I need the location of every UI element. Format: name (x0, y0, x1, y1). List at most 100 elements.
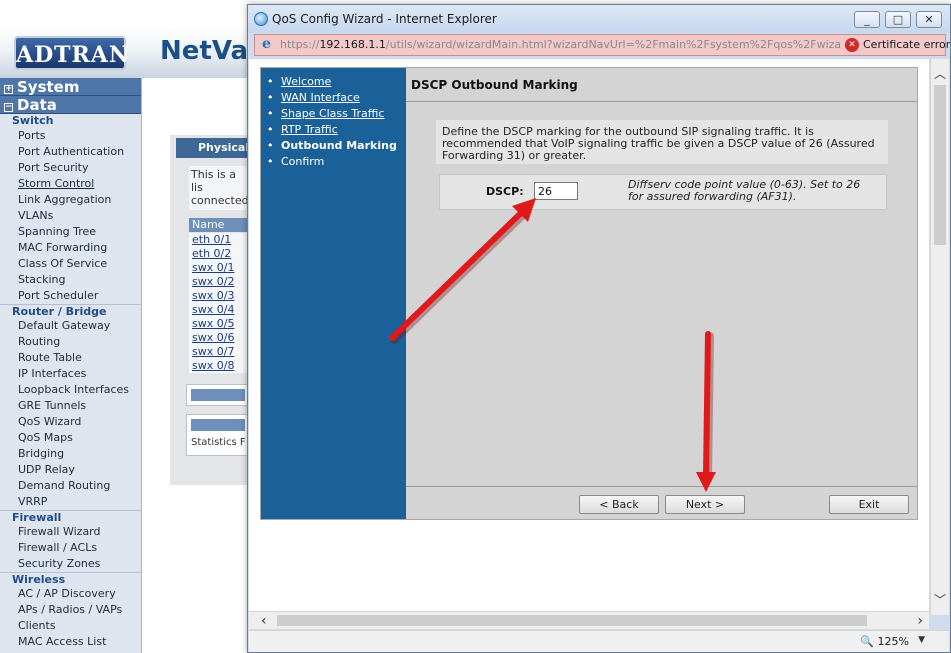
sidebar-item[interactable]: Port Scheduler (0, 288, 141, 304)
table-row[interactable]: swx 0/7 (189, 345, 249, 359)
wizard-step-welcome[interactable]: • Welcome (267, 74, 406, 90)
browser-content: • Welcome • WAN Interface • Shape Class Tra… (249, 59, 929, 615)
exit-button[interactable]: Exit (829, 495, 909, 514)
table-row[interactable]: swx 0/2 (189, 275, 249, 289)
table-row[interactable]: eth 0/2 (189, 247, 249, 261)
back-button[interactable]: < Back (579, 495, 659, 514)
sidebar-item[interactable]: Link Aggregation (0, 192, 141, 208)
wizard-footer: < Back Next > Exit (406, 486, 917, 519)
ie-popup-window: QoS Config Wizard - Internet Explorer _ … (247, 4, 951, 653)
sidebar-item[interactable]: Class Of Service (0, 256, 141, 272)
wizard-nav: • Welcome • WAN Interface • Shape Class Tra… (261, 68, 406, 519)
maximize-button[interactable]: □ (885, 11, 911, 28)
sidebar-item[interactable]: Bridging (0, 446, 141, 462)
sidebar-item[interactable]: MAC Forwarding (0, 240, 141, 256)
dscp-field-row: DSCP: Diffserv code point value (0-63). … (439, 174, 887, 210)
sidebar-section-switch: Switch (12, 114, 54, 127)
sidebar-item[interactable]: Storm Control (0, 176, 141, 192)
sidebar-item[interactable]: Spanning Tree (0, 224, 141, 240)
wizard-step-wan-interface[interactable]: • WAN Interface (267, 90, 406, 106)
table-row[interactable]: swx 0/6 (189, 331, 249, 345)
horizontal-scrollbar[interactable]: ‹ › (249, 611, 929, 629)
netvanta-brand: NetVa (160, 36, 249, 66)
sidebar-item[interactable]: Firewall / ACLs (0, 540, 141, 556)
table-row[interactable]: swx 0/8 (189, 359, 249, 373)
zoom-dropdown-icon[interactable]: ▼ (918, 635, 925, 645)
sidebar-item[interactable]: IP Interfaces (0, 366, 141, 382)
close-button[interactable]: ✕ (916, 11, 942, 28)
sidebar-item[interactable]: UDP Relay (0, 462, 141, 478)
sidebar-item[interactable]: Security Zones (0, 556, 141, 572)
sidebar-system[interactable]: + System (0, 78, 141, 96)
scroll-left-icon[interactable]: ‹ (261, 612, 267, 630)
sidebar-item[interactable]: Routing (0, 334, 141, 350)
sidebar-item[interactable]: Route Table (0, 350, 141, 366)
ie-page-icon: e (262, 36, 271, 52)
scroll-thumb[interactable] (934, 85, 946, 245)
sidebar-system-label: System (17, 78, 80, 96)
table-row[interactable]: swx 0/5 (189, 317, 249, 331)
dscp-input[interactable] (534, 182, 578, 200)
window-titlebar[interactable]: QoS Config Wizard - Internet Explorer _ … (248, 5, 950, 33)
sidebar-data-label: Data (17, 96, 57, 114)
sidebar-item[interactable]: Port Authentication (0, 144, 141, 160)
dscp-label: DSCP: (486, 185, 524, 198)
window-title: QoS Config Wizard - Internet Explorer (272, 12, 497, 26)
zoom-level[interactable]: 🔍 125% (860, 635, 909, 648)
sidebar-data[interactable]: − Data (0, 96, 141, 114)
table-row[interactable]: swx 0/1 (189, 261, 249, 275)
sidebar: + System − Data Switch Ports Port Authenti… (0, 78, 142, 653)
ie-icon (254, 12, 268, 26)
next-button[interactable]: Next > (665, 495, 745, 514)
scroll-right-icon[interactable]: › (917, 612, 923, 630)
table-row[interactable]: swx 0/4 (189, 303, 249, 317)
sidebar-item[interactable]: GRE Tunnels (0, 398, 141, 414)
wizard-step-confirm: • Confirm (267, 155, 325, 168)
adtran-logo: ADTRAN (14, 36, 129, 70)
sidebar-item-qos-wizard[interactable]: QoS Wizard (0, 414, 141, 430)
dscp-help-text: Diffserv code point value (0-63). Set to… (628, 178, 861, 203)
table-header-name: Name (189, 218, 249, 232)
wizard-step-shape-class-traffic[interactable]: • Shape Class Traffic (267, 106, 406, 122)
statistics-label: Statistics F (191, 437, 246, 448)
panel-bar (186, 384, 250, 406)
sidebar-section-firewall: Firewall (0, 510, 141, 524)
sidebar-item[interactable]: APs / Radios / VAPs (0, 602, 141, 618)
table-row[interactable]: eth 0/1 (189, 233, 249, 247)
minus-icon: − (4, 102, 13, 112)
sidebar-item[interactable]: VLANs (0, 208, 141, 224)
sidebar-item[interactable]: Loopback Interfaces (0, 382, 141, 398)
sidebar-item[interactable]: Default Gateway (0, 318, 141, 334)
sidebar-item[interactable]: Ports (0, 128, 141, 144)
address-bar[interactable]: e https://192.168.1.1/utils/wizard/wizar… (254, 34, 950, 56)
wizard-description: Define the DSCP marking for the outbound… (436, 120, 888, 164)
certificate-error-icon[interactable]: ✕ (845, 38, 859, 52)
plus-icon: + (4, 84, 13, 94)
address-url[interactable]: https://192.168.1.1/utils/wizard/wizardM… (280, 38, 840, 51)
wizard-step-outbound-marking: • Outbound Marking (267, 139, 397, 152)
sidebar-item[interactable]: MAC Access List (0, 634, 141, 650)
status-bar: 🔍 125% ▼ (249, 630, 949, 652)
page-title: DSCP Outbound Marking (406, 68, 917, 102)
wizard-main: DSCP Outbound Marking Define the DSCP ma… (406, 68, 917, 519)
sidebar-item[interactable]: Clients (0, 618, 141, 634)
sidebar-section-wireless: Wireless (0, 572, 141, 586)
sidebar-item[interactable]: Port Security (0, 160, 141, 176)
scroll-down-icon[interactable]: ﹀ (931, 591, 949, 607)
certificate-error-label[interactable]: Certificate error (863, 38, 950, 51)
hscroll-thumb[interactable] (277, 615, 867, 626)
qos-wizard: • Welcome • WAN Interface • Shape Class Tra… (260, 67, 918, 520)
vertical-scrollbar[interactable]: ︿ ﹀ (930, 59, 949, 615)
wizard-step-rtp-traffic[interactable]: • RTP Traffic (267, 122, 406, 138)
sidebar-item[interactable]: Stacking (0, 272, 141, 288)
sidebar-item[interactable]: AC / AP Discovery (0, 586, 141, 602)
sidebar-item[interactable]: Demand Routing (0, 478, 141, 494)
scroll-up-icon[interactable]: ︿ (931, 65, 949, 81)
table-row[interactable]: swx 0/3 (189, 289, 249, 303)
panel-description: This is a lis connected name. (189, 166, 249, 210)
sidebar-item[interactable]: QoS Maps (0, 430, 141, 446)
minimize-button[interactable]: _ (854, 11, 880, 28)
statistics-box: Statistics F (186, 414, 250, 456)
sidebar-item[interactable]: VRRP (0, 494, 141, 510)
sidebar-item[interactable]: Firewall Wizard (0, 524, 141, 540)
